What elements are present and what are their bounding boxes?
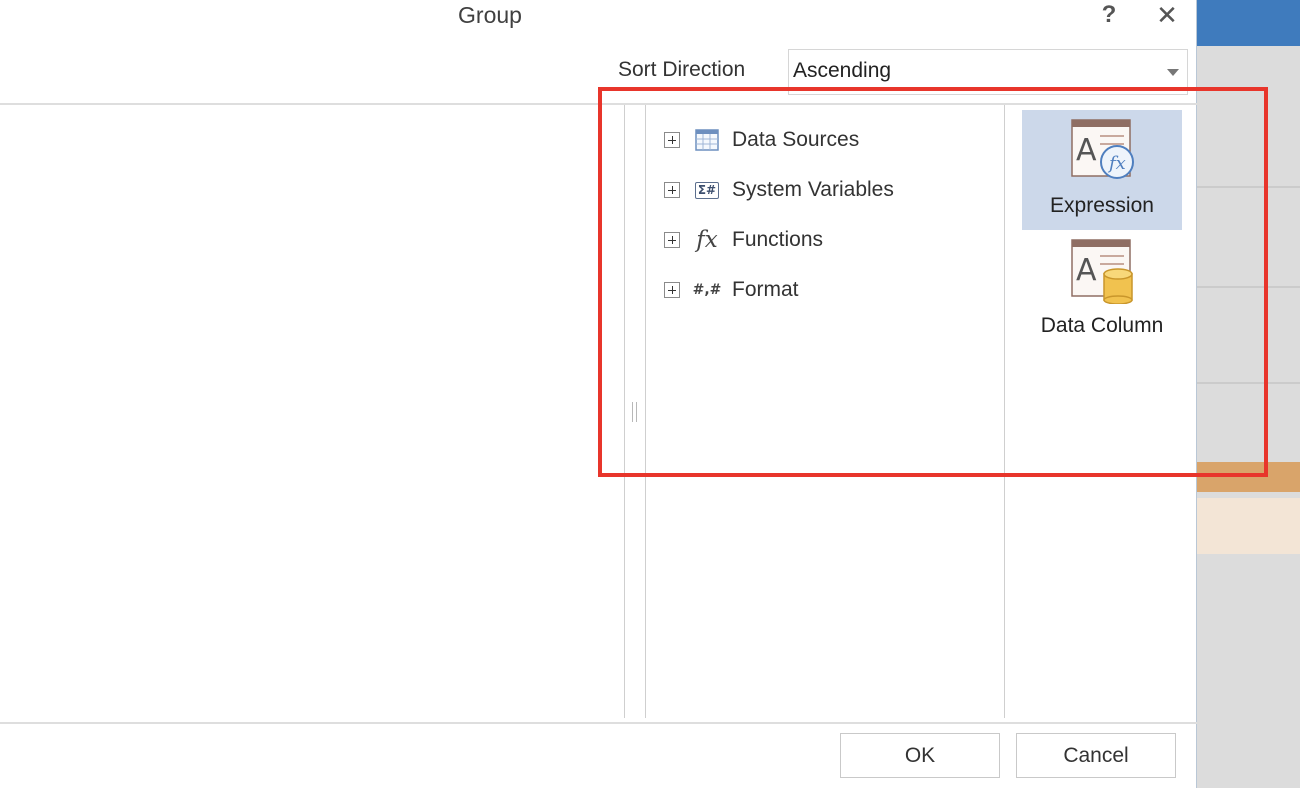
highlight-annotation-box: [598, 87, 1268, 477]
dropdown-arrow-icon[interactable]: [1167, 69, 1179, 76]
background-header-bar: [1197, 0, 1300, 46]
bottom-divider: [0, 722, 1197, 724]
background-row: [1197, 498, 1300, 554]
cancel-button[interactable]: Cancel: [1016, 733, 1176, 778]
help-button[interactable]: ?: [1092, 0, 1126, 30]
expression-editor[interactable]: [0, 105, 624, 722]
sort-direction-value: Ascending: [793, 59, 892, 82]
sort-direction-label: Sort Direction: [618, 58, 746, 81]
dialog-title: Group: [458, 2, 522, 28]
ok-button[interactable]: OK: [840, 733, 1000, 778]
close-button[interactable]: ✕: [1150, 0, 1184, 30]
